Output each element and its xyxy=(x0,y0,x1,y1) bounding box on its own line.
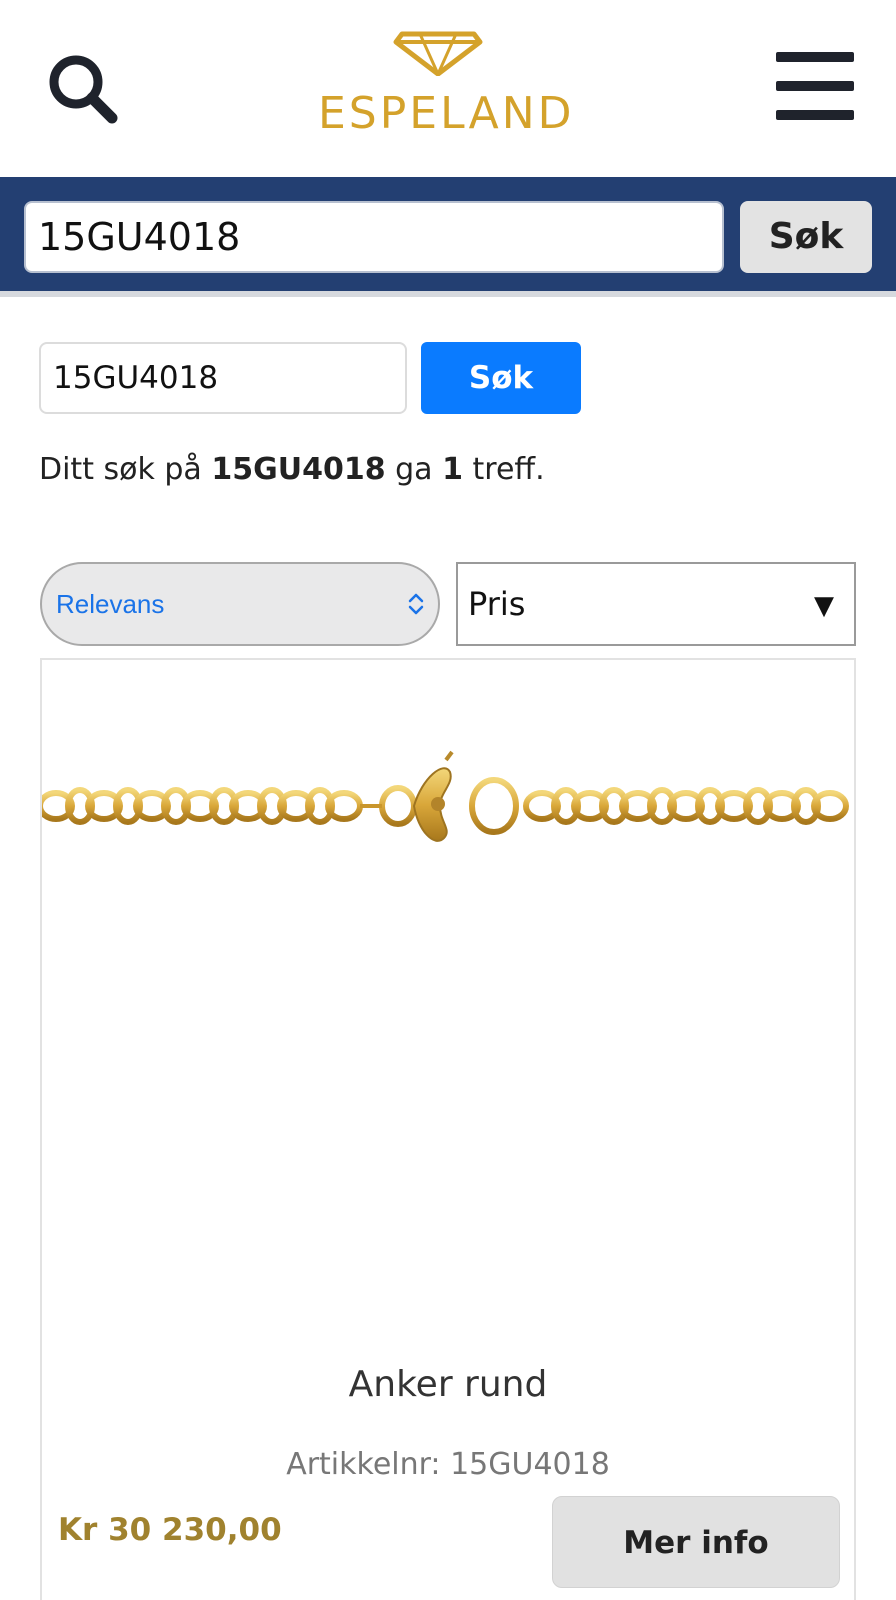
sort-selected-value: Relevans xyxy=(56,589,165,619)
results-search-input[interactable]: 15GU4018 xyxy=(39,342,407,414)
top-search-input[interactable]: 15GU4018 xyxy=(24,201,724,273)
product-price: Kr 30 230,00 xyxy=(58,1512,282,1548)
product-image[interactable] xyxy=(42,660,854,1340)
espeland-logo[interactable]: ESPELAND xyxy=(318,28,575,139)
dropdown-arrow-icon: ▼ xyxy=(814,591,834,621)
result-query: 15GU4018 xyxy=(211,452,386,487)
sort-relevance-select[interactable]: Relevans xyxy=(40,562,440,646)
result-count: 1 xyxy=(442,452,463,487)
up-down-chevron-icon xyxy=(408,593,424,615)
price-filter-select[interactable]: Pris ▼ xyxy=(456,562,856,646)
result-summary: Ditt søk på 15GU4018 ga 1 treff. xyxy=(39,452,545,487)
result-prefix: Ditt søk på xyxy=(39,452,212,487)
result-suffix: treff. xyxy=(462,452,545,487)
logo-text: ESPELAND xyxy=(318,88,575,139)
result-middle: ga xyxy=(385,452,443,487)
search-icon[interactable] xyxy=(46,52,122,128)
diamond-logo-icon xyxy=(393,31,483,76)
product-sku: Artikkelnr: 15GU4018 xyxy=(286,1447,610,1482)
product-name[interactable]: Anker rund xyxy=(42,1364,854,1405)
results-search-button[interactable]: Søk xyxy=(421,342,581,414)
product-card[interactable]: Anker rund Artikkelnr: 15GU4018 Kr 30 23… xyxy=(40,658,856,1600)
top-search-bar: 15GU4018 Søk xyxy=(0,177,896,297)
site-header: ESPELAND xyxy=(0,0,896,177)
hamburger-menu-icon[interactable] xyxy=(776,52,854,120)
top-search-button[interactable]: Søk xyxy=(740,201,872,273)
price-selected-value: Pris xyxy=(468,585,526,623)
gold-chain-image xyxy=(42,750,849,842)
more-info-button[interactable]: Mer info xyxy=(552,1496,840,1588)
